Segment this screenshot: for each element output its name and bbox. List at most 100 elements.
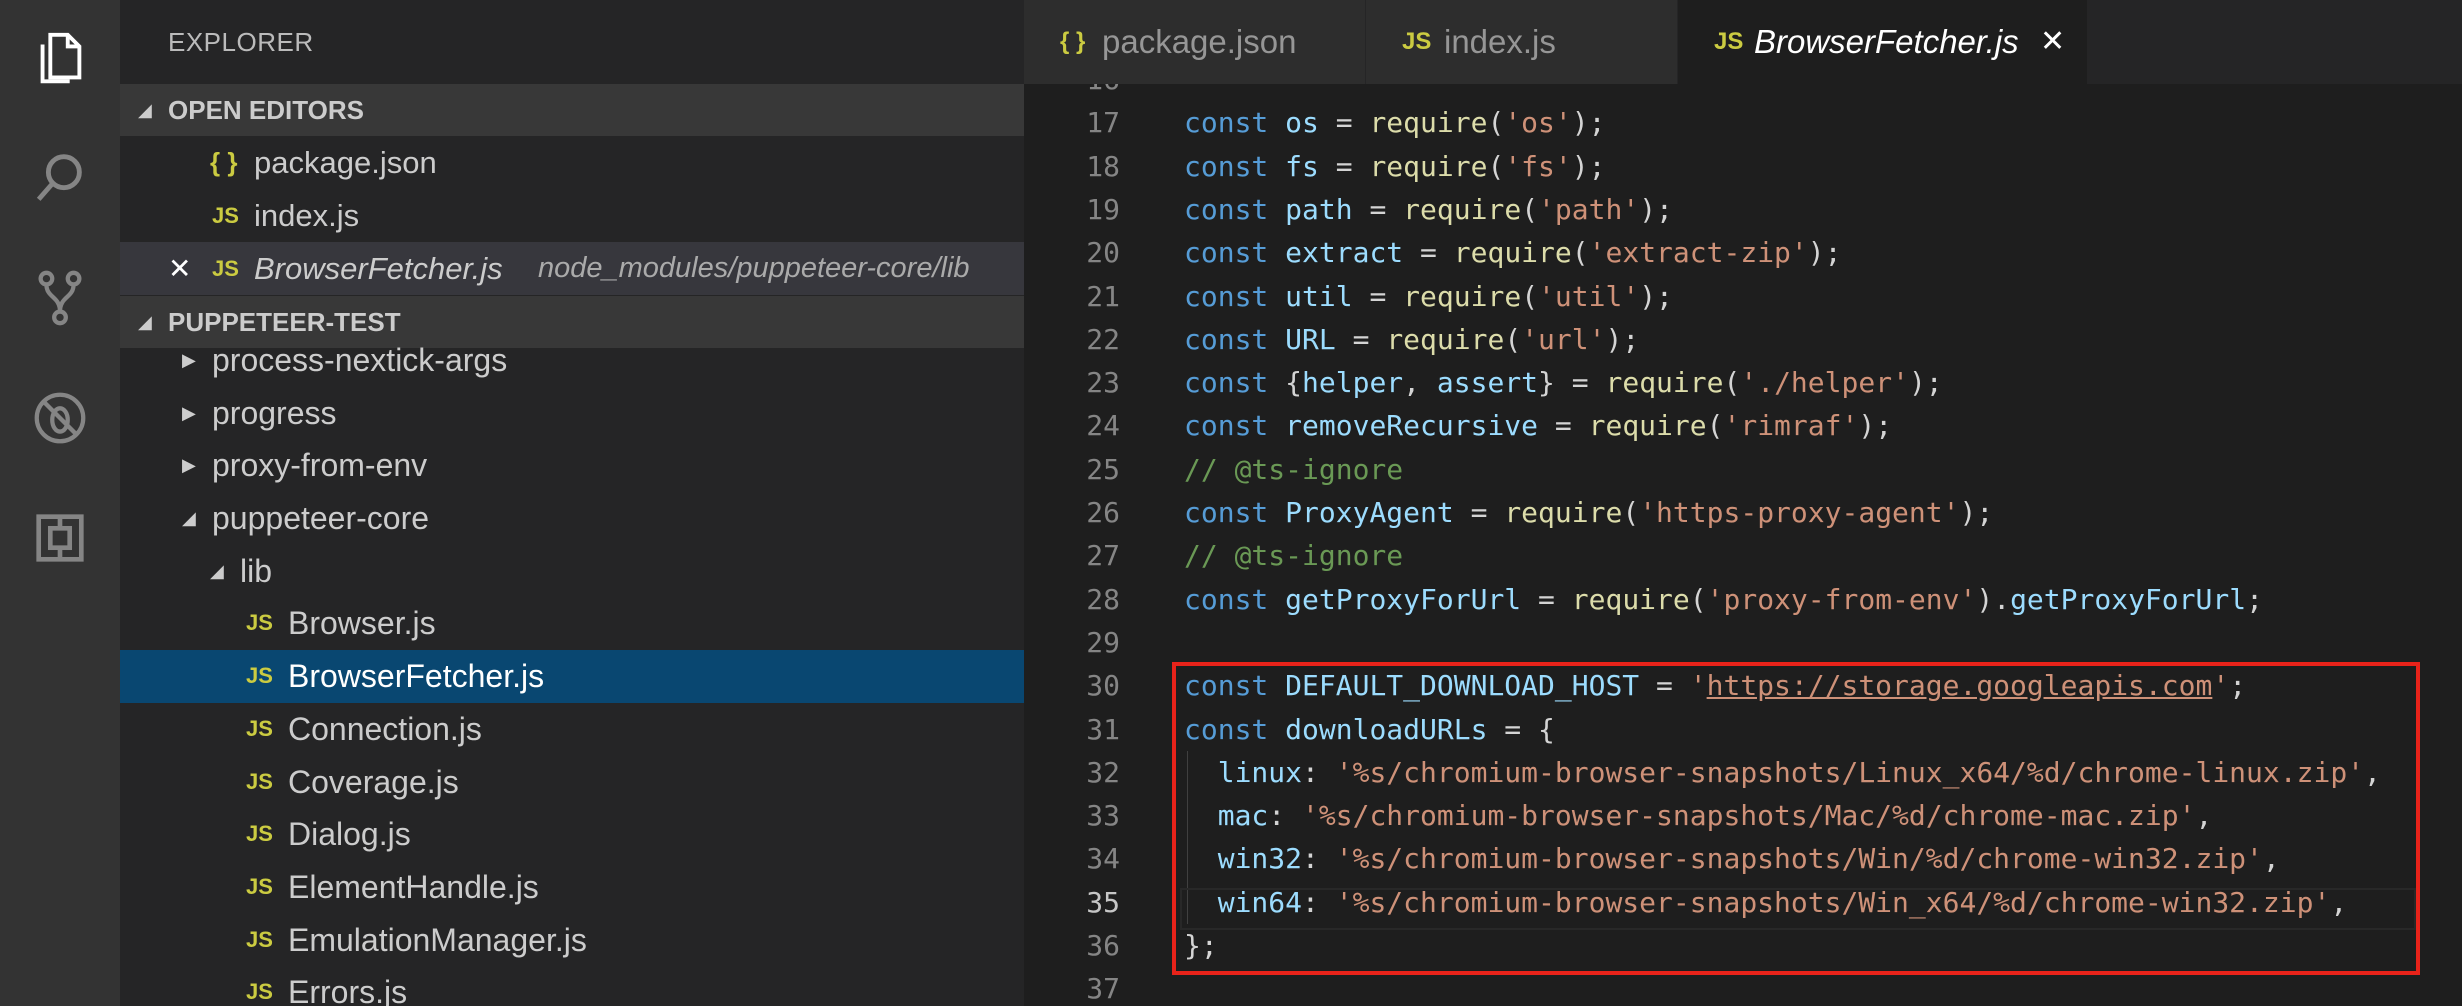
chevron-down-icon: ◢	[210, 560, 224, 581]
search-icon[interactable]	[24, 142, 96, 214]
line-number: 24	[1086, 409, 1120, 443]
json-file-icon: { }	[210, 147, 238, 177]
tab-browserfetcher-js[interactable]: JS BrowserFetcher.js ✕	[1678, 0, 2088, 84]
code-text: const fs = require('fs');	[1184, 149, 1606, 183]
open-editor-item-browserfetcher-js[interactable]: ✕ JS BrowserFetcher.js node_modules/pupp…	[120, 242, 1024, 295]
open-editor-path: node_modules/puppeteer-core/lib	[538, 252, 970, 284]
tree-item[interactable]: JS Dialog.js	[120, 808, 1024, 861]
line-number: 31	[1086, 712, 1120, 746]
line-number: 27	[1086, 539, 1120, 573]
code-line[interactable]: 20 const extract = require('extract-zip')…	[1024, 231, 2462, 274]
code-line[interactable]: 28 const getProxyForUrl = require('proxy-…	[1024, 578, 2462, 621]
code-line[interactable]: 16	[1024, 84, 2462, 101]
open-editor-name: index.js	[254, 198, 360, 233]
code-line[interactable]: 26 const ProxyAgent = require('https-prox…	[1024, 491, 2462, 534]
editor-tabbar: { } package.json JS index.js JS BrowserF…	[1024, 0, 2462, 84]
tree-item-selected[interactable]: JS BrowserFetcher.js	[120, 650, 1024, 703]
open-editors-list: { } package.json JS index.js ✕ JS Browse…	[120, 136, 1024, 295]
tree-item[interactable]: JS Browser.js	[120, 597, 1024, 650]
close-icon[interactable]: ✕	[168, 242, 191, 295]
caret-down-icon: ◢	[138, 100, 152, 120]
js-file-icon: JS	[1714, 28, 1744, 55]
js-file-icon: JS	[246, 821, 273, 847]
open-editor-item-package-json[interactable]: { } package.json	[120, 136, 1024, 189]
open-editors-label: OPEN EDITORS	[168, 95, 365, 125]
open-editor-name: package.json	[254, 145, 437, 180]
tree-item[interactable]: ▶ progress	[120, 387, 1024, 440]
code-line[interactable]: 18 const fs = require('fs');	[1024, 145, 2462, 188]
open-editor-item-index-js[interactable]: JS index.js	[120, 189, 1024, 242]
js-file-icon: JS	[246, 873, 273, 899]
json-file-icon: { }	[1060, 28, 1086, 55]
code-text: const URL = require('url');	[1184, 322, 1640, 356]
code-line[interactable]: 27 // @ts-ignore	[1024, 534, 2462, 577]
activity-bar	[0, 0, 120, 1006]
js-file-icon: JS	[246, 715, 273, 741]
code-line[interactable]: 29	[1024, 621, 2462, 664]
chevron-right-icon: ▶	[182, 350, 196, 370]
code-line[interactable]: 24 const removeRecursive = require('rimra…	[1024, 404, 2462, 447]
chevron-right-icon: ▶	[182, 402, 196, 423]
code-text: const extract = require('extract-zip');	[1184, 236, 1842, 270]
line-number: 32	[1086, 755, 1120, 789]
tree-item[interactable]: JS Connection.js	[120, 703, 1024, 756]
tree-item[interactable]: ◢ puppeteer-core	[120, 492, 1024, 545]
tree-item[interactable]: JS Coverage.js	[120, 756, 1024, 809]
code-text: const util = require('util');	[1184, 279, 1673, 313]
line-number: 26	[1086, 496, 1120, 529]
code-text: const ProxyAgent = require('https-proxy-…	[1184, 496, 1994, 529]
tree-item[interactable]: JS EmulationManager.js	[120, 914, 1024, 967]
tab-package-json[interactable]: { } package.json	[1024, 0, 1366, 84]
chevron-down-icon: ◢	[182, 508, 196, 529]
tab-index-js[interactable]: JS index.js	[1366, 0, 1678, 84]
code-text: const os = require('os');	[1184, 106, 1606, 140]
line-number: 19	[1086, 192, 1120, 226]
sidebar-title: EXPLORER	[168, 27, 314, 57]
explorer-icon[interactable]	[24, 22, 96, 94]
extensions-icon[interactable]	[24, 502, 96, 574]
line-number: 21	[1086, 279, 1120, 313]
code-line[interactable]: 19 const path = require('path');	[1024, 188, 2462, 231]
js-file-icon: JS	[1402, 28, 1432, 55]
close-icon[interactable]: ✕	[2040, 0, 2065, 84]
js-file-icon: JS	[246, 926, 273, 952]
line-number: 20	[1086, 236, 1120, 270]
explorer-sidebar: EXPLORER ◢ OPEN EDITORS { } package.json…	[120, 0, 1024, 1006]
line-number: 29	[1086, 625, 1120, 659]
line-number: 25	[1086, 452, 1120, 486]
tree-item[interactable]: ◢ lib	[120, 545, 1024, 598]
line-number: 17	[1086, 106, 1120, 140]
tree-item[interactable]: JS Errors.js	[120, 966, 1024, 1006]
tab-label: index.js	[1444, 23, 1556, 60]
line-number: 36	[1086, 929, 1120, 962]
source-control-icon[interactable]	[24, 262, 96, 334]
annotation-highlight-box	[1172, 662, 2420, 975]
code-line[interactable]: 21 const util = require('util');	[1024, 275, 2462, 318]
js-file-icon: JS	[246, 663, 273, 689]
line-number: 18	[1086, 149, 1120, 183]
line-number: 22	[1086, 322, 1120, 356]
debug-icon[interactable]	[24, 382, 96, 454]
js-file-icon: JS	[246, 610, 273, 636]
code-text: // @ts-ignore	[1184, 539, 1404, 573]
code-line[interactable]: 22 const URL = require('url');	[1024, 318, 2462, 361]
code-line[interactable]: 23 const {helper, assert} = require('./he…	[1024, 361, 2462, 404]
tree-item[interactable]: ▶ proxy-from-env	[120, 439, 1024, 492]
code-line[interactable]: 25 // @ts-ignore	[1024, 448, 2462, 491]
tree-item[interactable]: JS ElementHandle.js	[120, 861, 1024, 914]
js-file-icon: JS	[246, 979, 273, 1005]
open-editors-header[interactable]: ◢ OPEN EDITORS	[120, 84, 1024, 136]
code-text: const {helper, assert} = require('./help…	[1184, 366, 1943, 400]
tree-item[interactable]: ▶ process-nextick-args	[120, 334, 1024, 387]
chevron-right-icon: ▶	[182, 455, 196, 476]
code-line[interactable]: 17 const os = require('os');	[1024, 101, 2462, 144]
code-text: const getProxyForUrl = require('proxy-fr…	[1184, 582, 2263, 616]
code-text: const removeRecursive = require('rimraf'…	[1184, 409, 1893, 443]
js-file-icon: JS	[212, 256, 239, 281]
file-tree: ▶ process-nextick-args ▶ progress ▶ prox…	[120, 342, 1024, 1006]
code-text: const path = require('path');	[1184, 192, 1673, 226]
line-number: 30	[1086, 669, 1120, 703]
tab-label: package.json	[1102, 23, 1297, 60]
line-number: 16	[1024, 84, 1120, 101]
line-number: 28	[1086, 582, 1120, 616]
